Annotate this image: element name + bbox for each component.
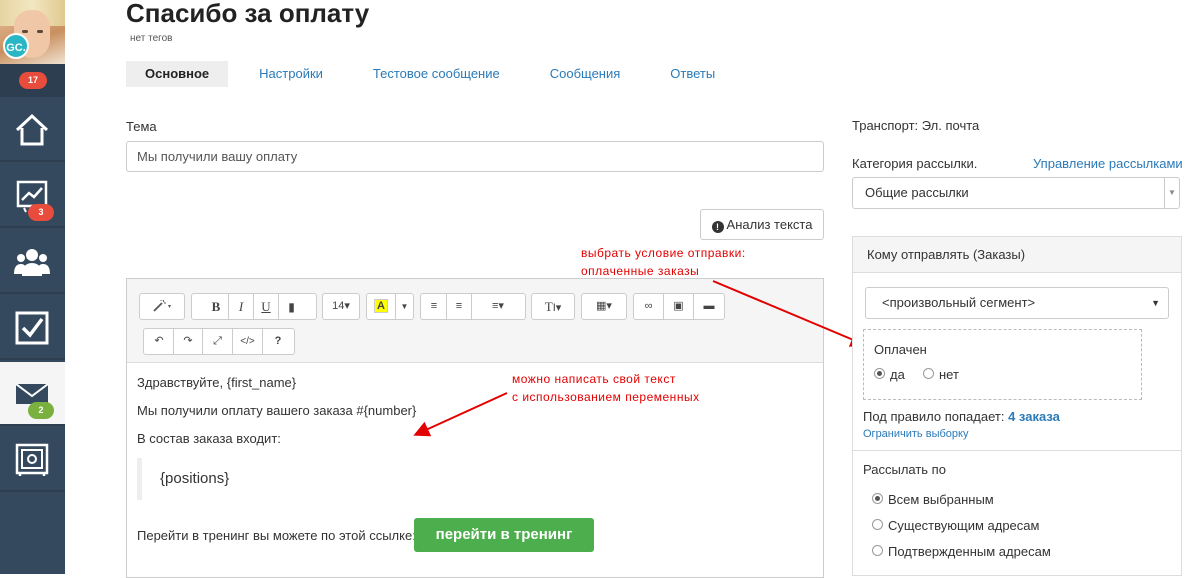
category-label: Категория рассылки. (852, 156, 978, 171)
segment-select[interactable]: <произвольный сегмент> ▼ (865, 287, 1169, 319)
chevron-down-icon: ▼ (1151, 298, 1160, 308)
rule-match-count: Под правило попадает: 4 заказа (863, 409, 1060, 424)
send-all-radio[interactable] (872, 493, 883, 504)
recipients-panel: Кому отправлять (Заказы) <произвольный с… (852, 236, 1182, 576)
paid-no-radio[interactable] (923, 368, 934, 379)
category-select[interactable]: Общие рассылки ▼ (852, 177, 1180, 209)
paid-yes-label: да (890, 367, 905, 382)
send-all-label: Всем выбранным (888, 492, 994, 507)
rule-count-link[interactable]: 4 заказа (1008, 409, 1060, 424)
send-confirmed-label: Подтвержденным адресам (888, 544, 1051, 559)
limit-selection-link[interactable]: Ограничить выборку (863, 428, 968, 440)
arrow-to-paid-condition (712, 280, 867, 347)
panel-title: Кому отправлять (Заказы) (853, 237, 1181, 273)
send-existing-radio[interactable] (872, 519, 883, 530)
send-existing-label: Существующим адресам (888, 518, 1040, 533)
manage-mailings-link[interactable]: Управление рассылками (1033, 156, 1183, 171)
segment-value: <произвольный сегмент> (882, 295, 1036, 310)
category-value: Общие рассылки (865, 185, 969, 200)
send-by-label: Рассылать по (863, 462, 946, 477)
paid-yes-radio[interactable] (874, 368, 885, 379)
chevron-down-icon: ▼ (1164, 178, 1179, 208)
paid-no-label: нет (939, 367, 959, 382)
transport-label: Транспорт: Эл. почта (852, 118, 980, 133)
send-confirmed-radio[interactable] (872, 545, 883, 556)
paid-label: Оплачен (874, 342, 927, 357)
arrow-to-editor (413, 392, 508, 437)
paid-condition-box: Оплачен да нет (863, 329, 1142, 400)
